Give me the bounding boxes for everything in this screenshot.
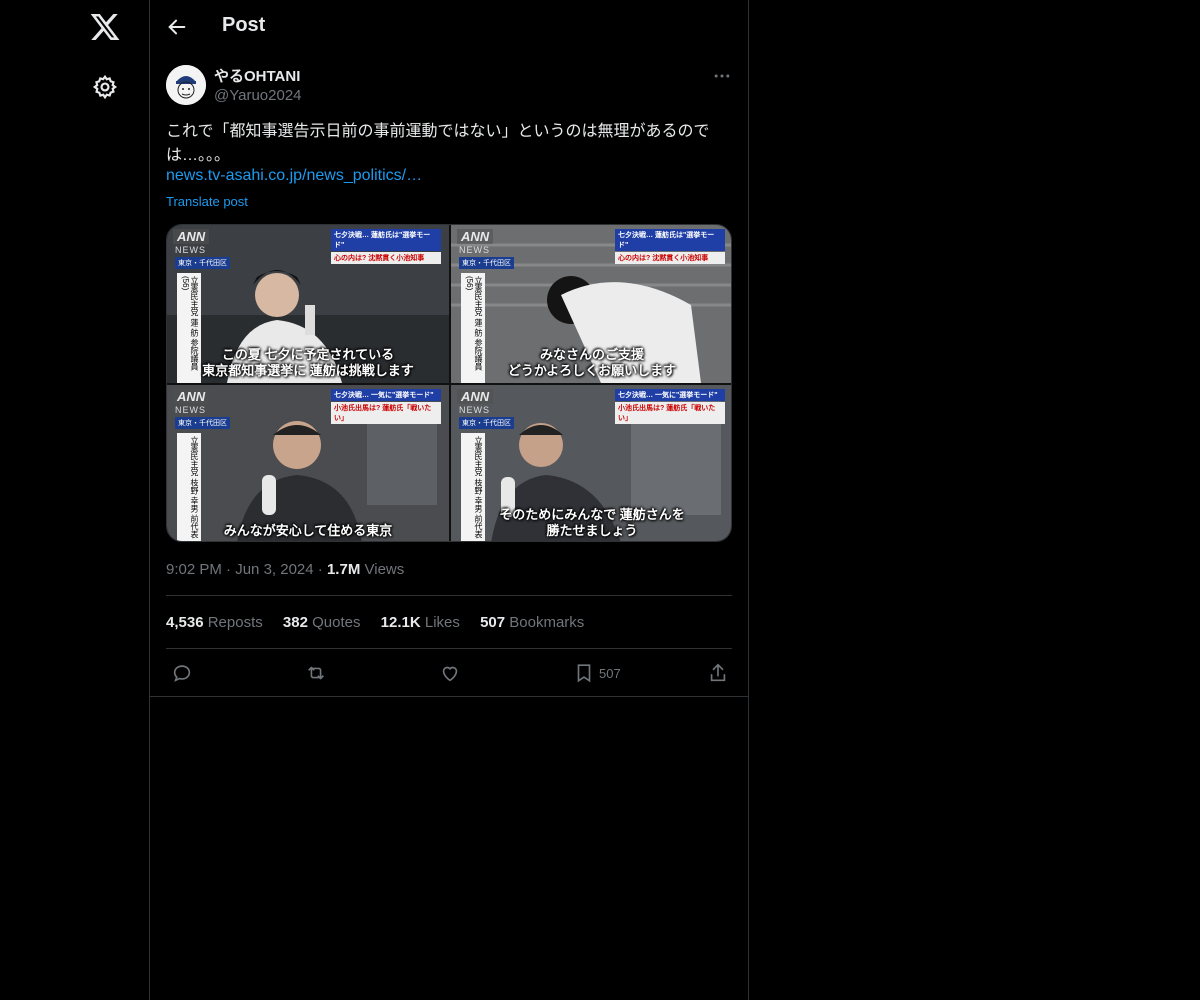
translate-post-link[interactable]: Translate post [166,194,248,209]
reply-icon[interactable] [171,662,193,684]
bookmarks-count: 507 [480,614,506,631]
headline-banner: 七夕決戦… 一気に"選挙モード" 小池氏出馬は? 蓮舫氏「戦いたい」 [331,389,441,424]
news-label: NEWS [459,245,490,255]
banner-line-1: 七夕決戦… 蓮舫氏は"選挙モード" [331,229,441,251]
views-count: 1.7M [326,561,361,578]
ann-logo: ANN [457,389,494,404]
media-image-1[interactable]: ANN NEWS 東京・千代田区 七夕決戦… 蓮舫氏は"選挙モード" 心の内は?… [167,225,449,383]
headline-banner: 七夕決戦… 一気に"選挙モード" 小池氏出馬は? 蓮舫氏「戦いたい」 [615,389,725,424]
subtitle: みんなが安心して住める東京 [223,523,393,538]
bookmark-icon[interactable] [573,662,595,684]
likes-label: Likes [424,614,460,631]
quotes-count: 382 [282,614,308,631]
reposts-label: Reposts [207,614,263,631]
likes-stat[interactable]: 12.1K Likes [381,614,460,631]
news-label: NEWS [175,245,206,255]
divider [150,696,748,697]
news-label: NEWS [175,405,206,415]
bookmark-count: 507 [599,666,621,681]
divider [166,595,732,596]
news-label: NEWS [459,405,490,415]
x-logo-icon[interactable] [89,11,121,43]
media-image-4[interactable]: ANN NEWS 東京・千代田区 七夕決戦… 一気に"選挙モード" 小池氏出馬は… [451,385,731,541]
post-link[interactable]: news.tv-asahi.co.jp/news_politics/… [166,167,422,185]
bookmarks-label: Bookmarks [509,614,585,631]
subtitle: みなさんのご支援 どうかよろしくお願いします [507,347,677,378]
repost-icon[interactable] [305,662,327,684]
location-label: 東京・千代田区 [459,417,514,429]
media-image-2[interactable]: ANN NEWS 東京・千代田区 七夕決戦… 蓮舫氏は"選挙モード" 心の内は?… [451,225,731,383]
quotes-stat[interactable]: 382 Quotes [283,614,361,631]
bookmarks-stat[interactable]: 507 Bookmarks [480,614,584,631]
post-time[interactable]: 9:02 PM [166,561,222,578]
ann-logo: ANN [173,229,210,244]
banner-line-2: 心の内は? 沈黙貫く小池知事 [331,252,441,264]
banner-line-1: 七夕決戦… 一気に"選挙モード" [331,389,441,401]
subtitle: そのためにみんなで 蓮舫さんを 勝たせましょう [499,507,685,538]
post-date[interactable]: Jun 3, 2024 [235,561,313,578]
left-rail [0,0,149,1000]
banner-line-2: 心の内は? 沈黙貫く小池知事 [615,252,725,264]
post-header: Post [150,0,748,53]
post-text: これで「都知事選告示日前の事前運動ではない」というのは無理があるのでは…。。。 [166,123,710,164]
reposts-stat[interactable]: 4,536 Reposts [166,614,263,631]
author-handle[interactable]: @Yaruo2024 [214,87,302,104]
more-icon[interactable] [712,66,732,86]
media-grid[interactable]: ANN NEWS 東京・千代田区 七夕決戦… 蓮舫氏は"選挙モード" 心の内は?… [166,224,732,542]
settings-icon[interactable] [92,74,118,100]
post-column: Post やるOHTANI @Yaruo2024 これで「都知事選告示日前の事前… [149,0,749,1000]
share-icon[interactable] [707,662,729,684]
location-label: 東京・千代田区 [459,257,514,269]
location-label: 東京・千代田区 [175,257,230,269]
likes-count: 12.1K [380,614,421,631]
quotes-label: Quotes [312,614,361,631]
reposts-count: 4,536 [166,614,204,631]
author-name[interactable]: やるOHTANI [214,65,300,86]
engagement-stats: 4,536 Reposts 382 Quotes 12.1K Likes 507… [166,614,600,631]
page-title: Post [222,14,266,36]
headline-banner: 七夕決戦… 蓮舫氏は"選挙モード" 心の内は? 沈黙貫く小池知事 [331,229,441,264]
banner-line-1: 七夕決戦… 一気に"選挙モード" [615,389,725,401]
meta-separator: · [226,561,236,578]
media-image-3[interactable]: ANN NEWS 東京・千代田区 七夕決戦… 一気に"選挙モード" 小池氏出馬は… [167,385,449,541]
meta-separator: · [317,561,327,578]
banner-line-2: 小池氏出馬は? 蓮舫氏「戦いたい」 [331,402,441,424]
post-meta: 9:02 PM · Jun 3, 2024 · 1.7M Views [166,561,404,578]
headline-banner: 七夕決戦… 蓮舫氏は"選挙モード" 心の内は? 沈黙貫く小池知事 [615,229,725,264]
avatar[interactable] [166,65,206,105]
subtitle: この夏 七夕に予定されている 東京都知事選挙に 蓮舫は挑戦します [202,347,414,378]
ann-logo: ANN [173,389,210,404]
back-arrow-icon[interactable] [166,16,188,38]
location-label: 東京・千代田区 [175,417,230,429]
like-icon[interactable] [439,662,461,684]
banner-line-1: 七夕決戦… 蓮舫氏は"選挙モード" [615,229,725,251]
action-bar: 507 [150,649,748,696]
views-label: Views [364,561,405,578]
banner-line-2: 小池氏出馬は? 蓮舫氏「戦いたい」 [615,402,725,424]
ann-logo: ANN [457,229,494,244]
